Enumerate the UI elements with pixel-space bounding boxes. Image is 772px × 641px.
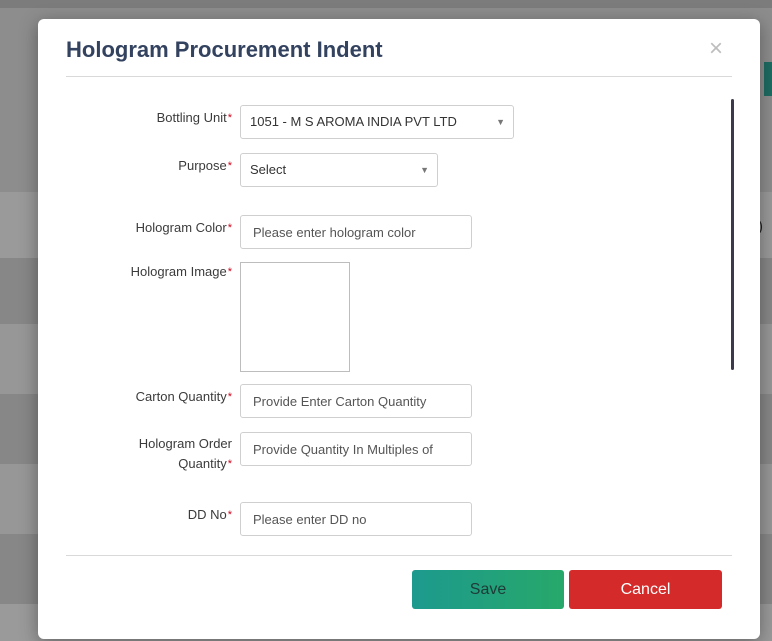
purpose-select[interactable]: Select ▼: [240, 153, 438, 187]
dd-no-label: DD No*: [187, 507, 232, 522]
modal-title: Hologram Procurement Indent: [66, 37, 383, 62]
required-asterisk: *: [227, 160, 232, 172]
hologram-procurement-modal: Hologram Procurement Indent × Bottling U…: [38, 19, 760, 639]
scrollbar-thumb[interactable]: [731, 99, 734, 370]
close-icon[interactable]: ×: [704, 37, 728, 61]
required-asterisk: *: [227, 266, 232, 278]
hologram-color-input[interactable]: [240, 215, 472, 249]
modal-body[interactable]: Bottling Unit* 1051 - M S AROMA INDIA PV…: [38, 77, 760, 554]
hologram-image-label: Hologram Image*: [130, 264, 232, 279]
hologram-image-upload[interactable]: [240, 262, 350, 372]
background-band: [0, 0, 772, 8]
carton-quantity-label: Carton Quantity*: [135, 389, 232, 404]
hologram-order-quantity-label: Hologram Order Quantity*: [138, 436, 232, 471]
hologram-order-quantity-input[interactable]: [240, 432, 472, 466]
required-asterisk: *: [227, 458, 232, 470]
purpose-value: Select: [250, 162, 287, 177]
modal-footer: Save Cancel: [66, 555, 732, 640]
bottling-unit-select[interactable]: 1051 - M S AROMA INDIA PVT LTD ▼: [240, 105, 514, 139]
modal-header: Hologram Procurement Indent ×: [66, 19, 732, 77]
required-asterisk: *: [227, 222, 232, 234]
background-accent-button: [764, 62, 772, 96]
carton-quantity-input[interactable]: [240, 384, 472, 418]
purpose-label: Purpose*: [178, 158, 232, 173]
required-asterisk: *: [227, 509, 232, 521]
bottling-unit-value: 1051 - M S AROMA INDIA PVT LTD: [250, 114, 457, 129]
required-asterisk: *: [227, 391, 232, 403]
save-button[interactable]: Save: [412, 570, 564, 609]
caret-down-icon: ▼: [420, 165, 429, 175]
hologram-color-label: Hologram Color*: [135, 220, 232, 235]
dd-no-input[interactable]: [240, 502, 472, 536]
cancel-button[interactable]: Cancel: [569, 570, 722, 609]
required-asterisk: *: [227, 112, 232, 124]
bottling-unit-label: Bottling Unit*: [156, 110, 232, 125]
caret-down-icon: ▼: [496, 117, 505, 127]
